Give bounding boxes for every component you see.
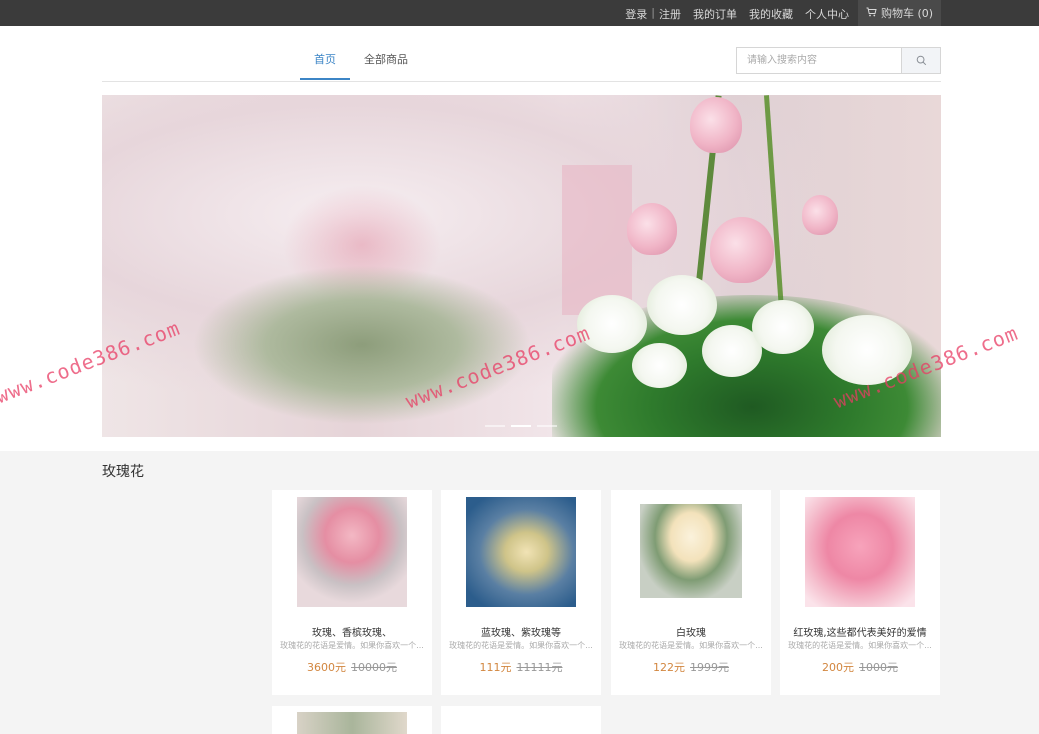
top-bar: 登录 | 注册 我的订单 我的收藏 个人中心 购物车 (0) (0, 0, 1039, 26)
banner-rose (627, 203, 677, 255)
original-price: 10000元 (351, 661, 397, 674)
original-price: 1000元 (859, 661, 898, 674)
tab-home[interactable]: 首页 (300, 52, 350, 80)
register-link[interactable]: 注册 (659, 6, 681, 22)
current-price: 3600元 (307, 661, 346, 674)
banner-lily (752, 300, 814, 354)
banner-carousel[interactable] (102, 95, 941, 437)
product-name[interactable]: 玫瑰、香槟玫瑰、 (272, 624, 432, 639)
product-name[interactable]: 蓝玫瑰、紫玫瑰等 (441, 624, 601, 639)
login-register-separator: | (651, 6, 655, 19)
banner-pink-backdrop (562, 165, 632, 315)
top-links: 登录 | 注册 我的订单 我的收藏 个人中心 (625, 6, 849, 22)
cart-button[interactable]: 购物车 (0) (858, 0, 941, 26)
product-card[interactable]: 红玫瑰,这些都代表美好的爱情 玫瑰花的花语是爱情。如果你喜欢一个... 200元… (780, 490, 940, 695)
banner-rose (710, 217, 774, 283)
current-price: 111元 (479, 661, 512, 674)
carousel-indicators (485, 425, 557, 427)
product-image (805, 497, 915, 607)
banner-rose (802, 195, 838, 235)
search-input[interactable] (737, 48, 902, 73)
product-image (640, 504, 742, 598)
product-image (466, 497, 576, 607)
product-name[interactable]: 红玫瑰,这些都代表美好的爱情 (780, 624, 940, 639)
my-orders-link[interactable]: 我的订单 (693, 6, 737, 22)
banner-stem (763, 95, 786, 325)
product-price: 200元 1000元 (780, 659, 940, 675)
product-desc: 玫瑰花的花语是爱情。如果你喜欢一个... (449, 641, 593, 650)
banner-lily (632, 343, 687, 388)
current-price: 200元 (822, 661, 854, 674)
search-button[interactable] (901, 48, 940, 73)
cart-icon (866, 7, 877, 20)
section-title: 玫瑰花 (102, 464, 144, 480)
product-card[interactable]: 白玫瑰 玫瑰花的花语是爱情。如果你喜欢一个... 122元 1999元 (611, 490, 771, 695)
my-favorites-link[interactable]: 我的收藏 (749, 6, 793, 22)
banner-lily (647, 275, 717, 335)
carousel-dot[interactable] (537, 425, 557, 427)
product-desc: 玫瑰花的花语是爱情。如果你喜欢一个... (619, 641, 763, 650)
product-price: 3600元 10000元 (272, 659, 432, 675)
product-card[interactable]: 蓝玫瑰、紫玫瑰等 玫瑰花的花语是爱情。如果你喜欢一个... 111元 11111元 (441, 490, 601, 695)
search-box (736, 47, 941, 74)
main-nav: 首页 全部商品 (300, 52, 422, 80)
product-image (297, 712, 407, 734)
product-price: 111元 11111元 (441, 659, 601, 675)
product-desc: 玫瑰花的花语是爱情。如果你喜欢一个... (280, 641, 424, 650)
carousel-dot[interactable] (485, 425, 505, 427)
product-card[interactable]: 玫瑰、香槟玫瑰、 玫瑰花的花语是爱情。如果你喜欢一个... 3600元 10000… (272, 490, 432, 695)
tab-all-products[interactable]: 全部商品 (350, 52, 422, 80)
original-price: 11111元 (516, 661, 563, 674)
nav-divider (102, 81, 941, 82)
login-link[interactable]: 登录 (625, 6, 647, 22)
search-icon (916, 51, 927, 70)
banner-rose (690, 97, 742, 153)
product-desc: 玫瑰花的花语是爱情。如果你喜欢一个... (788, 641, 932, 650)
carousel-dot-active[interactable] (511, 425, 531, 427)
product-card[interactable] (441, 706, 601, 734)
product-image (297, 497, 407, 607)
product-price: 122元 1999元 (611, 659, 771, 675)
product-card[interactable] (272, 706, 432, 734)
product-name[interactable]: 白玫瑰 (611, 624, 771, 639)
user-center-link[interactable]: 个人中心 (805, 6, 849, 22)
current-price: 122元 (653, 661, 685, 674)
cart-label: 购物车 (0) (880, 7, 934, 20)
original-price: 1999元 (690, 661, 729, 674)
banner-blur-greenery (192, 265, 532, 425)
